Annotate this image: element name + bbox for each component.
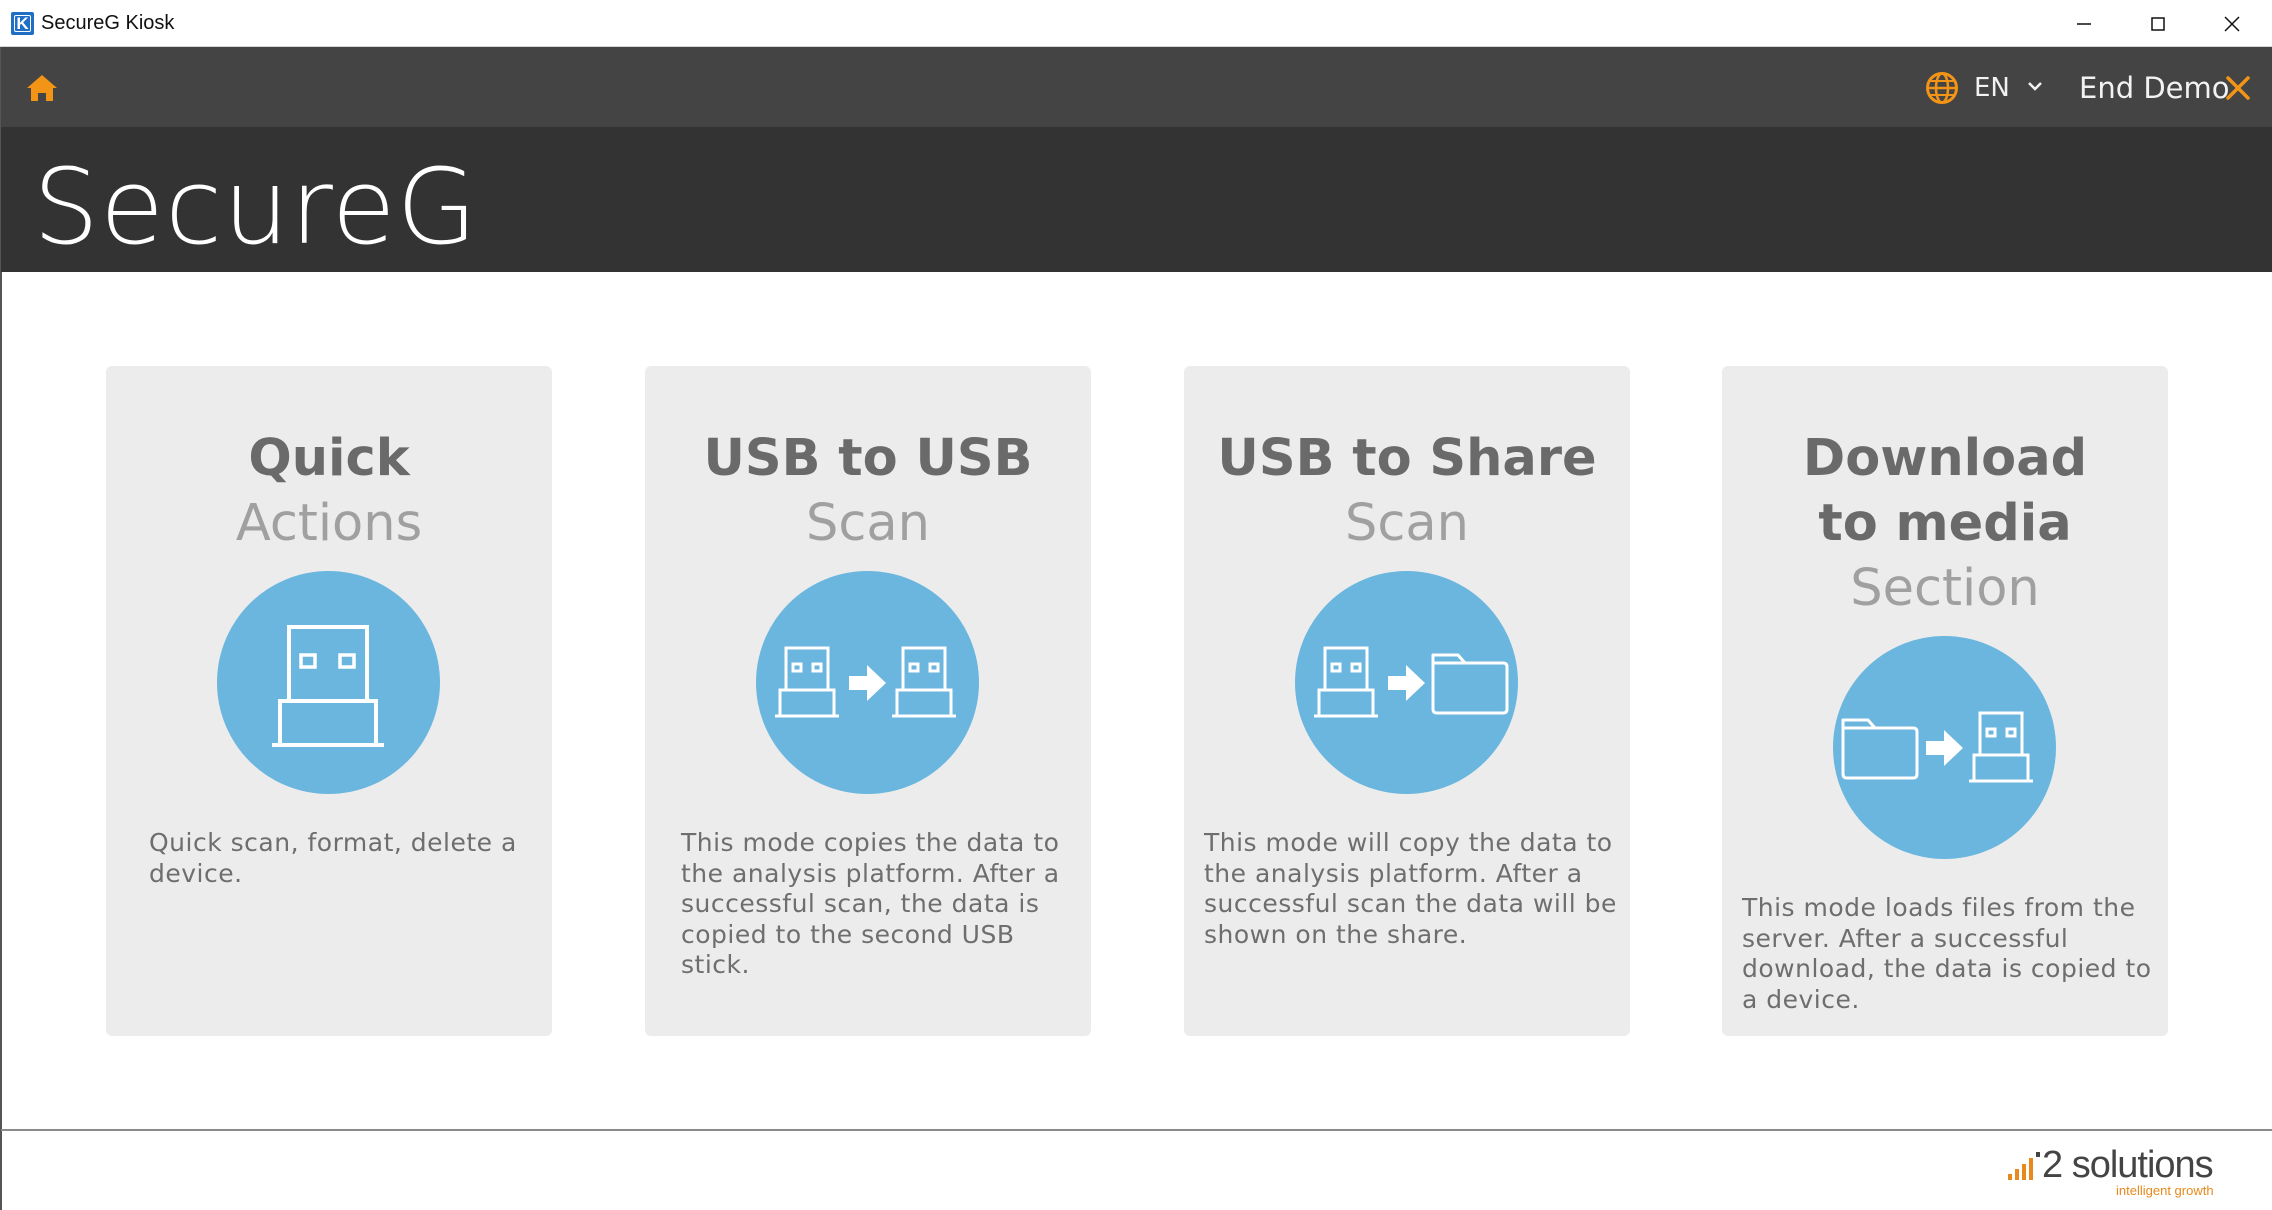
folder-to-usb-icon [1833, 636, 2056, 859]
maximize-icon [2151, 17, 2165, 31]
card-description: This mode will copy the data to the anal… [1204, 828, 1617, 949]
end-demo-label: End Demo [2079, 71, 2230, 105]
close-window-button[interactable] [2196, 0, 2268, 47]
logo-name: 2 solutions [2042, 1144, 2214, 1186]
card-title: USB to Share [1217, 429, 1597, 488]
chevron-down-icon[interactable] [2027, 80, 2043, 92]
card-title: Download to media [1802, 429, 2088, 553]
company-logo: 2 solutions intelligent growth [2002, 1140, 2262, 1200]
card-usb-to-usb[interactable]: USB to USB Scan This mode copies the dat… [645, 366, 1091, 1036]
card-quick-actions[interactable]: Quick Actions Quick scan, format, delete… [106, 366, 552, 1036]
end-demo-button[interactable]: End Demo [2079, 47, 2269, 127]
card-description: This mode loads files from the server. A… [1742, 893, 2152, 1014]
card-subtitle: Section [1850, 559, 2040, 618]
card-title: USB to USB [703, 429, 1033, 488]
window-titlebar: K SecureG Kiosk [0, 0, 2272, 47]
usb-to-usb-icon [756, 571, 979, 794]
card-title: Quick [248, 429, 410, 488]
card-usb-to-share[interactable]: USB to Share Scan This mode will copy th… [1184, 366, 1630, 1036]
page-title: SecureG [33, 146, 479, 268]
window-title: SecureG Kiosk [41, 12, 175, 34]
app-icon: K [11, 12, 34, 35]
card-subtitle: Scan [1345, 494, 1469, 553]
maximize-button[interactable] [2122, 0, 2194, 47]
close-x-icon [2226, 76, 2250, 100]
card-subtitle: Scan [806, 494, 930, 553]
usb-stick-icon [217, 571, 440, 794]
globe-icon[interactable] [1925, 71, 1959, 105]
usb-to-folder-icon [1295, 571, 1518, 794]
signal-bars-icon [2008, 1152, 2040, 1180]
card-description: This mode copies the data to the analysi… [681, 828, 1060, 979]
minimize-button[interactable] [2048, 0, 2120, 47]
card-download-to-media[interactable]: Download to media Section This mode load… [1722, 366, 2168, 1036]
minimize-icon [2077, 23, 2091, 25]
home-icon[interactable] [25, 73, 59, 103]
top-navbar: EN End Demo [1, 47, 2272, 127]
footer-divider [1, 1129, 2272, 1131]
language-select[interactable]: EN [1974, 71, 2010, 105]
hero-banner: SecureG [1, 127, 2272, 272]
close-icon [2224, 16, 2240, 32]
card-subtitle: Actions [235, 494, 423, 553]
card-description: Quick scan, format, delete a device. [149, 828, 517, 888]
logo-tagline: intelligent growth [2116, 1183, 2214, 1198]
